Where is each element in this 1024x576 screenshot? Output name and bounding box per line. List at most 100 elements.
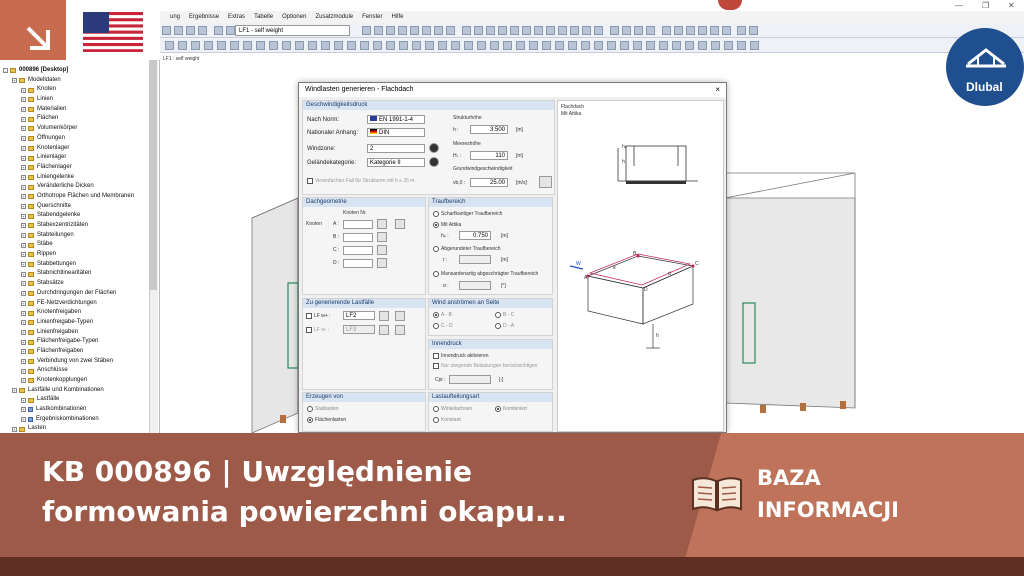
toolbar-button-icon[interactable] — [178, 41, 187, 50]
new-loadcase-icon[interactable] — [379, 311, 389, 321]
toolbar-button-icon[interactable] — [386, 26, 395, 35]
tree-item[interactable]: + FE-Netzverdichtungen — [3, 299, 148, 309]
toolbar-button-icon[interactable] — [558, 26, 567, 35]
lf-minus-select[interactable]: LF3 — [343, 325, 375, 334]
expand-icon[interactable]: + — [21, 310, 26, 316]
tree-item[interactable]: + Lastkombinationen — [3, 405, 148, 415]
expand-icon[interactable]: + — [21, 126, 26, 132]
terrain-select[interactable]: Kategorie II — [367, 158, 425, 167]
simplified-checkbox[interactable] — [307, 178, 313, 184]
toolbar-button-icon[interactable] — [698, 41, 707, 50]
toolbar-button-icon[interactable] — [451, 41, 460, 50]
tree-item[interactable]: + Ergebniskombinationen — [3, 415, 148, 425]
expand-icon[interactable]: + — [21, 184, 26, 190]
toolbar-button-icon[interactable] — [662, 26, 671, 35]
tree-item[interactable]: + Stabnichtlinearitäten — [3, 269, 148, 279]
expand-icon[interactable]: + — [21, 107, 26, 113]
toolbar-button-icon[interactable] — [607, 41, 616, 50]
expand-icon[interactable]: + — [21, 223, 26, 229]
edit-loadcase-icon[interactable] — [395, 311, 405, 321]
toolbar-button-icon[interactable] — [425, 41, 434, 50]
toolbar-button-icon[interactable] — [737, 26, 746, 35]
eaves-sharp-radio[interactable] — [433, 211, 439, 217]
combined-radio[interactable] — [495, 406, 501, 412]
expand-icon[interactable]: + — [21, 213, 26, 219]
expand-icon[interactable]: + — [21, 407, 26, 413]
expand-icon[interactable]: + — [21, 329, 26, 335]
lf-plus-select[interactable]: LF2 — [343, 311, 375, 320]
toolbar-button-icon[interactable] — [672, 41, 681, 50]
toolbar-button-icon[interactable] — [750, 41, 759, 50]
toolbar-button-icon[interactable] — [373, 41, 382, 50]
new-loadcase-icon[interactable] — [379, 325, 389, 335]
eaves-mansard-radio[interactable] — [433, 271, 439, 277]
toolbar-button-icon[interactable] — [477, 41, 486, 50]
toolbar-button-icon[interactable] — [434, 26, 443, 35]
tree-item[interactable]: + Stabteilungen — [3, 231, 148, 241]
toolbar-button-icon[interactable] — [594, 26, 603, 35]
toolbar-button-icon[interactable] — [674, 26, 683, 35]
toolbar-button-icon[interactable] — [398, 26, 407, 35]
toolbar-button-icon[interactable] — [217, 41, 226, 50]
cpi-input[interactable] — [449, 375, 491, 384]
tree-item[interactable]: + Querschnitte — [3, 202, 148, 212]
toolbar-button-icon[interactable] — [503, 41, 512, 50]
expand-icon[interactable]: + — [21, 368, 26, 374]
toolbar-button-icon[interactable] — [464, 41, 473, 50]
expand-icon[interactable]: + — [21, 320, 26, 326]
tree-item[interactable]: + Knotenfreigaben — [3, 308, 148, 318]
expand-icon[interactable]: + — [21, 358, 26, 364]
side-bc-radio[interactable] — [495, 312, 501, 318]
toolbar-button-icon[interactable] — [191, 41, 200, 50]
tree-item[interactable]: + Durchdringungen der Flächen — [3, 289, 148, 299]
expand-icon[interactable]: + — [21, 300, 26, 306]
calculator-icon[interactable] — [539, 176, 552, 188]
expand-icon[interactable]: + — [21, 194, 26, 200]
toolbar-button-icon[interactable] — [620, 41, 629, 50]
toolbar-button-icon[interactable] — [686, 26, 695, 35]
node-input[interactable] — [343, 259, 373, 268]
expand-icon[interactable]: + — [21, 87, 26, 93]
toolbar-button-icon[interactable] — [308, 41, 317, 50]
tree-item[interactable]: + Stäbe — [3, 240, 148, 250]
constant-radio[interactable] — [433, 417, 439, 423]
maximize-icon[interactable]: ❐ — [982, 1, 989, 10]
toolbar-button-icon[interactable] — [256, 41, 265, 50]
expand-icon[interactable]: + — [21, 233, 26, 239]
tree-item[interactable]: + Linien — [3, 95, 148, 105]
only-rising-checkbox[interactable] — [433, 363, 439, 369]
select-nodes-icon[interactable] — [395, 219, 405, 229]
toolbar-button-icon[interactable] — [186, 26, 195, 35]
toolbar-button-icon[interactable] — [282, 41, 291, 50]
eaves-parapet-radio[interactable] — [433, 222, 439, 228]
expand-icon[interactable]: + — [21, 145, 26, 151]
surface-loads-radio[interactable] — [307, 417, 313, 423]
lf-minus-checkbox[interactable] — [306, 327, 312, 333]
internal-pressure-checkbox[interactable] — [433, 353, 439, 359]
dialog-close-icon[interactable]: × — [715, 83, 720, 97]
toolbar-button-icon[interactable] — [321, 41, 330, 50]
tree-item[interactable]: + Knotenkopplungen — [3, 376, 148, 386]
toolbar-button-icon[interactable] — [269, 41, 278, 50]
toolbar-button-icon[interactable] — [659, 41, 668, 50]
r-input[interactable] — [459, 255, 491, 264]
node-input[interactable] — [343, 220, 373, 229]
toolbar-button-icon[interactable] — [474, 26, 483, 35]
tree-item[interactable]: + Linienfreigabe-Typen — [3, 318, 148, 328]
tree-item[interactable]: + Flächenfreigaben — [3, 347, 148, 357]
toolbar-button-icon[interactable] — [522, 26, 531, 35]
tree-item[interactable]: + Linienlager — [3, 153, 148, 163]
toolbar-button-icon[interactable] — [622, 26, 631, 35]
toolbar-button-icon[interactable] — [230, 41, 239, 50]
close-icon[interactable]: ✕ — [1008, 1, 1015, 10]
toolbar-button-icon[interactable] — [226, 26, 235, 35]
tree-item[interactable]: + Liniengelenke — [3, 173, 148, 183]
tree-item[interactable]: + Veränderliche Dicken — [3, 182, 148, 192]
tree-item[interactable]: + Volumenkörper — [3, 124, 148, 134]
expand-icon[interactable]: + — [21, 242, 26, 248]
toolbar-button-icon[interactable] — [198, 26, 207, 35]
zone-select[interactable]: 2 — [367, 144, 425, 153]
toolbar-button-icon[interactable] — [334, 41, 343, 50]
menu-item[interactable]: Hilfe — [391, 14, 403, 20]
toolbar-button-icon[interactable] — [412, 41, 421, 50]
